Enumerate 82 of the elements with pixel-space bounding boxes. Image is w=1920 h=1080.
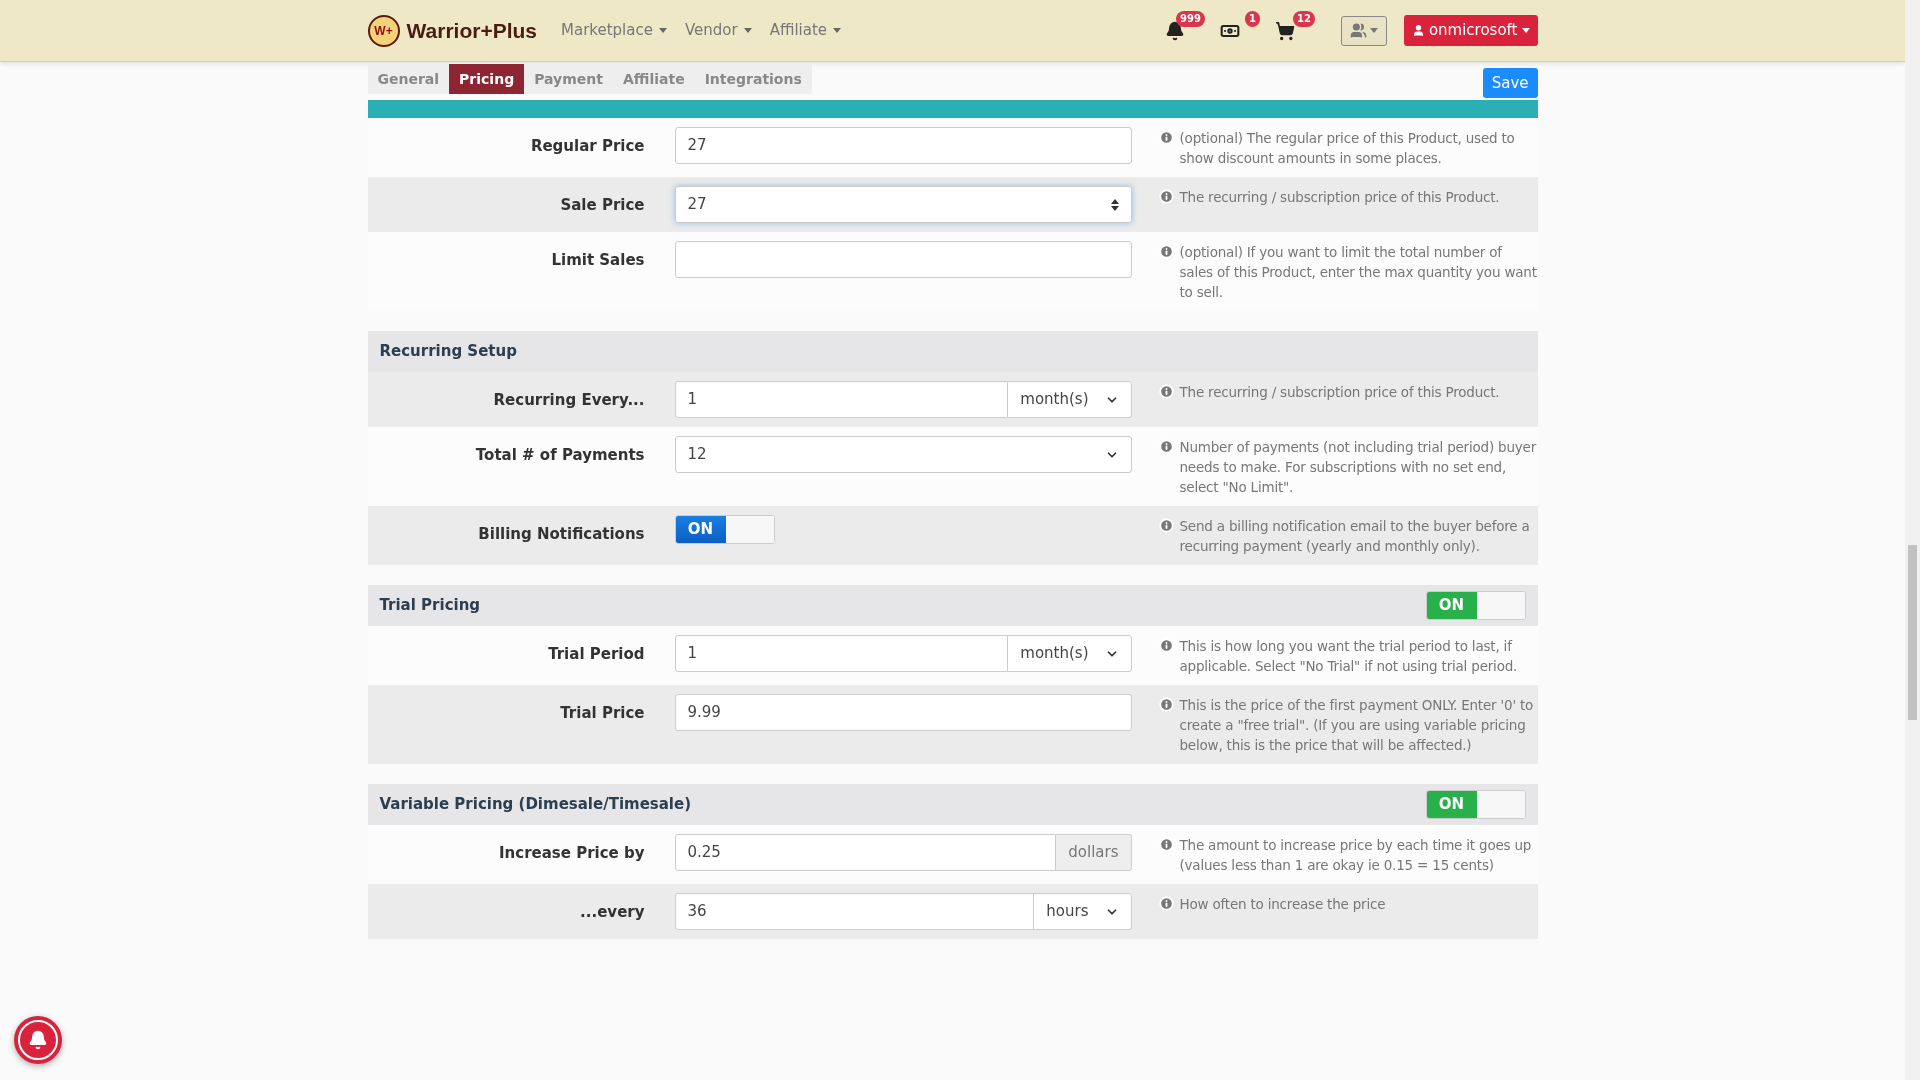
help-text: The recurring / subscription price of this Product. <box>1179 188 1500 207</box>
caret-icon <box>833 28 842 33</box>
tab[interactable]: Integrations <box>694 64 812 94</box>
caret-icon <box>1521 28 1530 33</box>
scrollbar-thumb[interactable] <box>1908 545 1917 720</box>
info-icon <box>1158 896 1174 911</box>
info-icon <box>1158 638 1174 653</box>
input-field[interactable]: 9.99 <box>674 694 1132 731</box>
info-icon <box>1158 130 1174 145</box>
field-label: Recurring Every... <box>493 390 645 411</box>
help-text: The amount to increase price by each time it goes up (values less than 1 are okay ie 0.15 = 15 cents) <box>1179 836 1533 875</box>
count-badge: 1 <box>1244 10 1260 27</box>
number-field[interactable]: 27 <box>674 186 1132 223</box>
cart-icon <box>1274 20 1295 41</box>
input-field[interactable]: 36 <box>674 893 1035 930</box>
info-icon <box>1158 244 1174 259</box>
field-label: Trial Price <box>560 703 645 724</box>
tab[interactable]: General <box>367 64 450 94</box>
unit-addon: dollars <box>1055 834 1132 871</box>
nav-icon-button[interactable]: 999 <box>1160 10 1205 51</box>
tab[interactable]: Pricing <box>449 64 525 94</box>
logo-icon[interactable]: W+ <box>367 14 400 47</box>
input-field[interactable]: 0.25 <box>674 834 1057 871</box>
caret-icon <box>743 28 752 33</box>
input-field[interactable] <box>674 241 1132 278</box>
nav-menu-item[interactable]: Marketplace <box>561 19 667 42</box>
bell-icon <box>1164 20 1185 41</box>
help-text: (optional) The regular price of this Product, used to show discount amounts in some places. <box>1179 129 1516 168</box>
scrollbar[interactable] <box>1905 0 1920 1080</box>
spinner-icon[interactable] <box>1110 198 1119 211</box>
team-menu-button[interactable] <box>1340 15 1387 46</box>
help-text: How often to increase the price <box>1179 895 1386 914</box>
count-badge: 999 <box>1176 10 1205 27</box>
nav-menu-item[interactable]: Affiliate <box>769 19 842 42</box>
tab[interactable]: Payment <box>524 64 613 94</box>
input-field[interactable]: 1 <box>674 635 1009 672</box>
tab[interactable]: Affiliate <box>612 64 695 94</box>
toggle-switch[interactable]: ON <box>1425 591 1526 620</box>
help-text: The recurring / subscription price of this Product. <box>1179 383 1500 402</box>
section-title: Variable Pricing (Dimesale/Timesale) <box>379 794 692 816</box>
info-icon <box>1158 384 1174 399</box>
field-label: Billing Notifications <box>478 524 645 545</box>
input-field[interactable]: 1 <box>674 381 1009 418</box>
toggle-switch[interactable]: ON <box>1425 790 1526 819</box>
field-label: Regular Price <box>530 136 645 157</box>
unit-select[interactable]: month(s) <box>1007 635 1132 672</box>
field-label: Increase Price by <box>499 843 645 864</box>
help-text: Send a billing notification email to the buyer before a recurring payment (yearly and monthly only). <box>1179 517 1531 556</box>
toggle-switch[interactable]: ON <box>674 515 775 544</box>
section-title: Trial Pricing <box>379 595 481 617</box>
nav-icon-button[interactable]: 1 <box>1215 10 1260 51</box>
user-menu-button[interactable]: onmicrosoft <box>1403 15 1538 46</box>
section-title: Recurring Setup <box>379 341 517 363</box>
count-badge: 12 <box>1292 10 1315 27</box>
info-icon <box>1158 837 1174 852</box>
info-icon <box>1158 518 1174 533</box>
field-label: ...every <box>580 902 645 923</box>
field-label: Trial Period <box>548 644 645 665</box>
users-icon <box>1349 22 1367 39</box>
info-icon <box>1158 697 1174 712</box>
field-label: Limit Sales <box>551 250 645 271</box>
help-text: This is how long you want the trial period to last, if applicable. Select "No Trial" if not using trial period. <box>1179 637 1519 676</box>
help-text: This is the price of the first payment ONLY. Enter '0' to create a "free trial". (If you are using variable pricing below, this is the price that will be affected.) <box>1179 696 1535 755</box>
brand-name[interactable]: Warrior+Plus <box>406 14 537 47</box>
nav-menu-item[interactable]: Vendor <box>684 19 752 42</box>
help-text: Number of payments (not including trial period) buyer needs to make. For subscriptions with no set end, select "No Limit". <box>1179 438 1538 497</box>
nav-icon-button[interactable]: 12 <box>1270 10 1315 51</box>
unit-select[interactable]: hours <box>1033 893 1132 930</box>
field-label: Sale Price <box>560 195 645 216</box>
select-field[interactable]: 12 <box>674 436 1132 473</box>
caret-icon <box>1369 28 1378 33</box>
caret-icon <box>658 28 667 33</box>
unit-select[interactable]: month(s) <box>1007 381 1132 418</box>
bell-icon <box>28 1030 48 1050</box>
user-icon <box>1411 24 1425 37</box>
info-icon <box>1158 189 1174 204</box>
input-field[interactable]: 27 <box>674 127 1132 164</box>
field-label: Total # of Payments <box>475 445 645 466</box>
info-icon <box>1158 439 1174 454</box>
help-text: (optional) If you want to limit the total number of sales of this Product, enter the max quantity you want to sell. <box>1179 243 1538 302</box>
notification-bell-button[interactable] <box>14 1016 62 1064</box>
save-button[interactable]: Save <box>1482 68 1538 98</box>
